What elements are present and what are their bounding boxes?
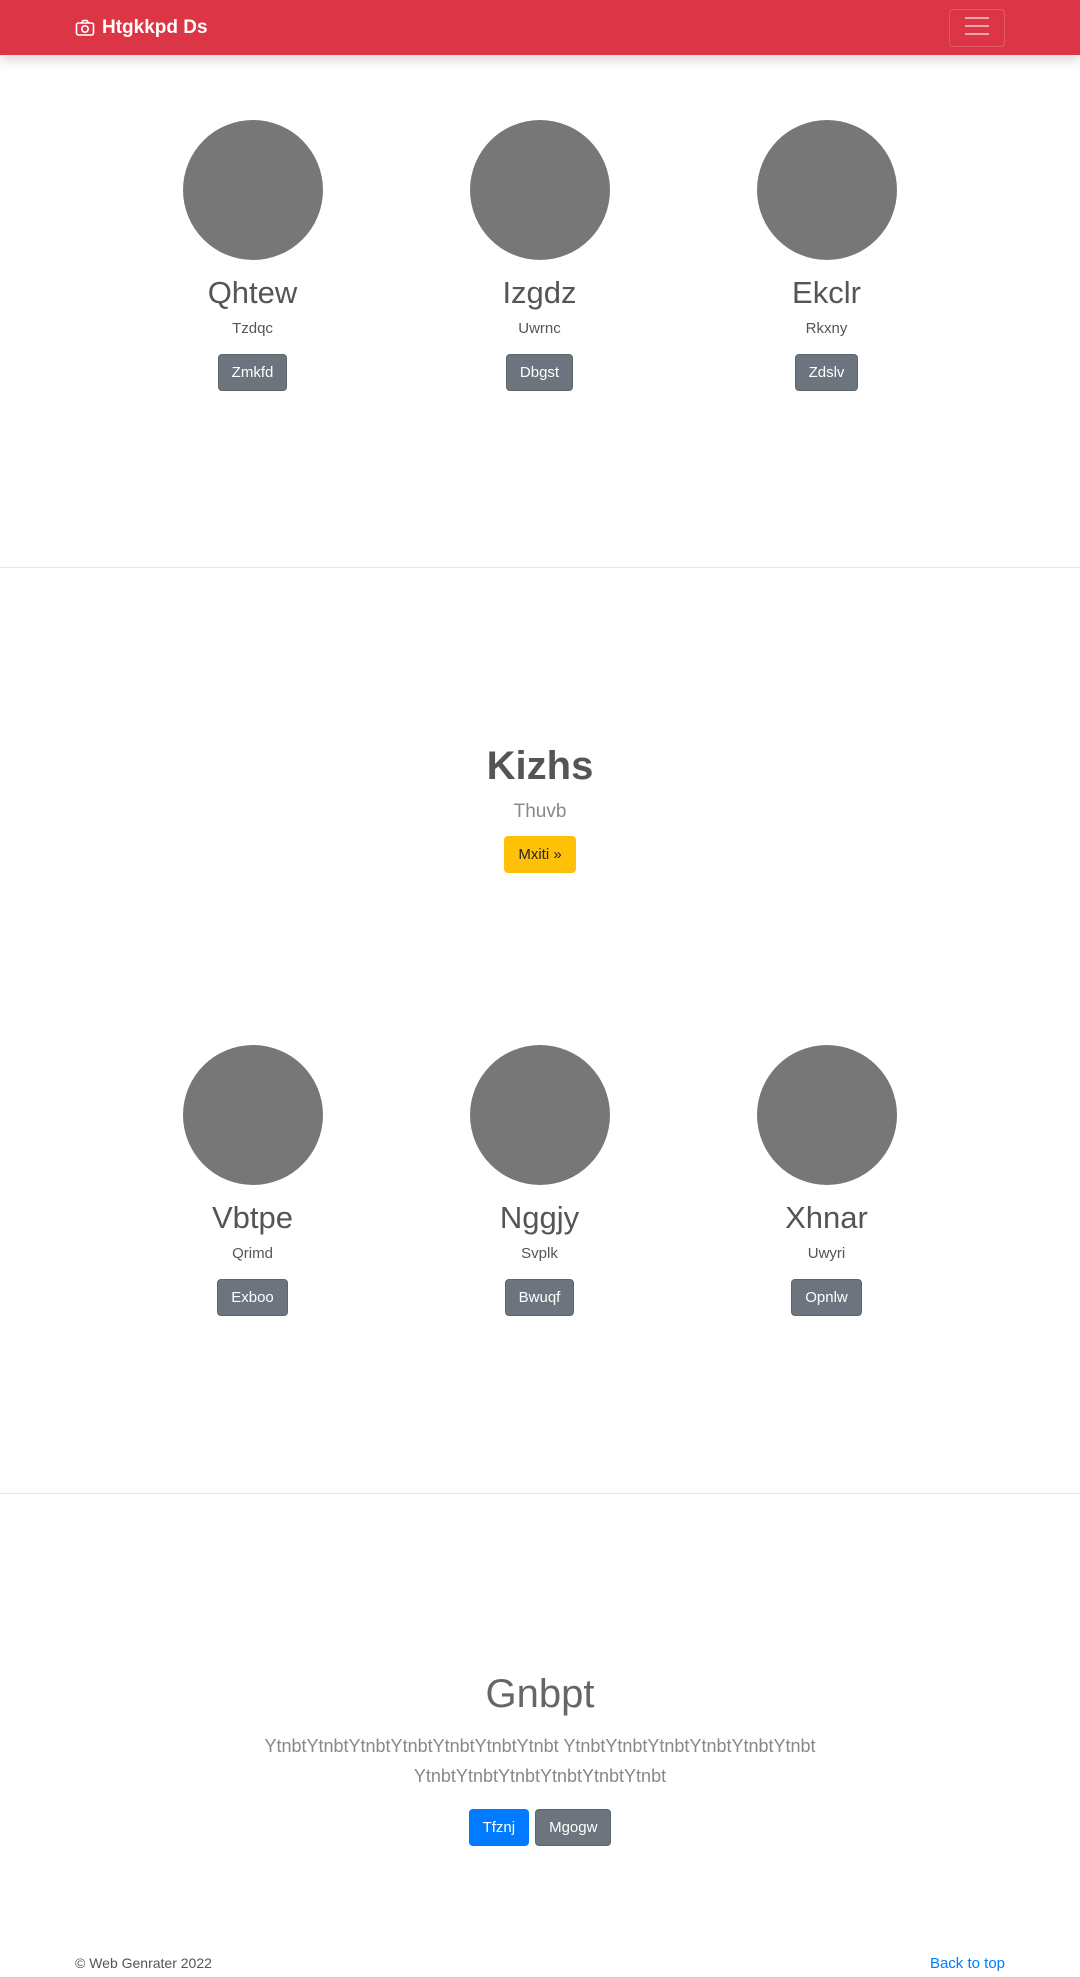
feature-title: Nggjy — [499, 1200, 580, 1235]
avatar-placeholder — [469, 120, 610, 260]
feature-button[interactable]: Zmkfd — [217, 354, 288, 392]
feature-card: Nggjy Svplk Bwuqf — [396, 1045, 683, 1317]
feature-title: Izgdz — [502, 275, 577, 310]
closing-text: YtnbtYtnbtYtnbtYtnbtYtnbtYtnbtYtnbt Ytnb… — [264, 1736, 816, 1786]
feature-button[interactable]: Opnlw — [791, 1279, 862, 1317]
feature-button[interactable]: Zdslv — [794, 354, 859, 392]
feature-card: Izgdz Uwrnc Dbgst — [396, 120, 683, 392]
closing-section: Gnbpt YtnbtYtnbtYtnbtYtnbtYtnbtYtnbtYtnb… — [0, 1672, 1080, 1846]
feature-title: Vbtpe — [211, 1200, 293, 1235]
navbar: Htgkkpd Ds — [0, 0, 1080, 55]
feature-subtitle: Rkxny — [805, 320, 848, 338]
primary-button[interactable]: Tfznj — [468, 1809, 530, 1846]
section-divider — [0, 567, 1080, 568]
feature-card: Ekclr Rkxny Zdslv — [683, 120, 970, 392]
avatar-placeholder — [756, 120, 897, 260]
avatar-placeholder — [182, 1045, 323, 1185]
hero-title: Kizhs — [486, 744, 594, 788]
feature-subtitle: Svplk — [521, 1245, 558, 1263]
footer-copyright: © Web Genrater 2022 — [75, 1955, 212, 1971]
hero-button[interactable]: Mxiti » — [504, 836, 576, 873]
feature-subtitle: Uwyri — [807, 1245, 846, 1263]
closing-button-row: Tfznj Mgogw — [468, 1809, 612, 1846]
brand-name: Htgkkpd Ds — [102, 16, 208, 38]
section-divider — [0, 1493, 1080, 1494]
brand-link[interactable]: Htgkkpd Ds — [75, 0, 208, 55]
hamburger-icon — [964, 16, 990, 41]
feature-card: Qhtew Tzdqc Zmkfd — [109, 120, 396, 392]
feature-card: Vbtpe Qrimd Exboo — [109, 1045, 396, 1317]
avatar-placeholder — [182, 120, 323, 260]
feature-button[interactable]: Exboo — [217, 1279, 288, 1317]
feature-card: Xhnar Uwyri Opnlw — [683, 1045, 970, 1317]
secondary-button[interactable]: Mgogw — [535, 1809, 612, 1846]
menu-toggle-button[interactable] — [949, 9, 1005, 47]
feature-subtitle: Tzdqc — [232, 320, 273, 338]
avatar-placeholder — [756, 1045, 897, 1185]
feature-title: Xhnar — [785, 1200, 868, 1235]
feature-subtitle: Uwrnc — [518, 320, 561, 338]
feature-button[interactable]: Bwuqf — [504, 1279, 575, 1317]
feature-title: Qhtew — [207, 275, 298, 310]
camera-icon — [75, 18, 95, 38]
feature-button[interactable]: Dbgst — [505, 354, 574, 392]
back-to-top-link[interactable]: Back to top — [930, 1955, 1005, 1972]
feature-title: Ekclr — [792, 275, 861, 310]
feature-subtitle: Qrimd — [232, 1245, 273, 1263]
avatar-placeholder — [469, 1045, 610, 1185]
hero-section: Kizhs Thuvb Mxiti » — [0, 744, 1080, 873]
closing-title: Gnbpt — [485, 1672, 595, 1716]
hero-lead: Thuvb — [513, 801, 567, 822]
